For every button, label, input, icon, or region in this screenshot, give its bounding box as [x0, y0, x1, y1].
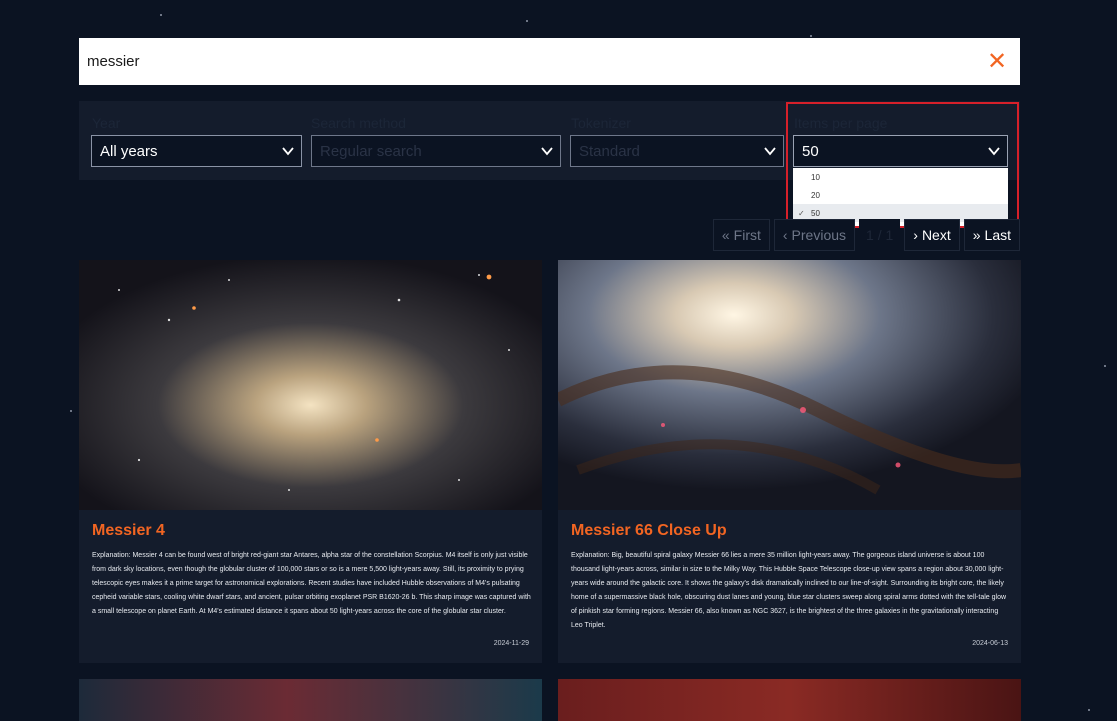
pagination: «First ‹ Previous 1 / 1 › Next » Last — [712, 219, 1020, 251]
card-explanation: Explanation: Big, beautiful spiral galax… — [571, 552, 1007, 629]
card-date: 2024-11-29 — [493, 640, 529, 647]
card-image[interactable] — [558, 260, 1021, 510]
chevron-down-icon — [282, 147, 294, 156]
items-per-page-select[interactable]: 50 — [793, 135, 1008, 167]
search-bar: ✕ — [79, 38, 1020, 85]
year-select[interactable]: All years — [91, 135, 302, 167]
page-indicator: 1 / 1 — [859, 219, 901, 251]
search-input[interactable] — [87, 53, 986, 70]
search-method-value: Regular search — [320, 142, 422, 160]
tokenizer-select[interactable]: Standard — [570, 135, 784, 167]
year-value: All years — [100, 142, 158, 160]
card-image[interactable] — [558, 679, 1021, 721]
search-method-select[interactable]: Regular search — [311, 135, 561, 167]
search-method-label: Search method — [311, 115, 406, 131]
option-10[interactable]: 10 — [793, 168, 1008, 186]
double-chevron-left-icon: « — [721, 227, 730, 243]
result-card[interactable]: Messier 4 Explanation: Messier 4 can be … — [79, 260, 542, 663]
last-page-button[interactable]: » Last — [963, 219, 1020, 251]
card-title[interactable]: Messier 66 Close Up — [571, 522, 727, 540]
previous-page-button[interactable]: ‹ Previous — [773, 219, 856, 251]
card-explanation: Explanation: Messier 4 can be found west… — [92, 552, 531, 615]
card-date: 2024-06-13 — [972, 640, 1008, 647]
chevron-right-icon: › — [913, 227, 918, 243]
result-card[interactable] — [558, 679, 1021, 721]
result-card[interactable] — [79, 679, 542, 721]
chevron-left-icon: ‹ — [782, 227, 788, 243]
check-icon: ✓ — [798, 208, 805, 218]
year-label: Year — [92, 115, 121, 131]
first-page-button[interactable]: «First — [712, 219, 770, 251]
chevron-down-icon — [988, 147, 1000, 156]
items-per-page-dropdown: 10 20 ✓ 50 — [793, 168, 1008, 226]
option-20[interactable]: 20 — [793, 186, 1008, 204]
result-card[interactable]: Messier 66 Close Up Explanation: Big, be… — [558, 260, 1021, 663]
card-image[interactable] — [79, 679, 542, 721]
card-title[interactable]: Messier 4 — [92, 522, 165, 540]
chevron-down-icon — [541, 147, 553, 156]
items-per-page-value: 50 — [802, 142, 819, 160]
double-chevron-right-icon: » — [972, 227, 981, 243]
card-image[interactable] — [79, 260, 542, 510]
tokenizer-label: Tokenizer — [571, 115, 631, 131]
tokenizer-value: Standard — [579, 142, 640, 160]
items-per-page-label: Items per page — [794, 115, 888, 131]
chevron-down-icon — [764, 147, 776, 156]
close-icon[interactable]: ✕ — [986, 48, 1008, 75]
next-page-button[interactable]: › Next — [904, 219, 960, 251]
